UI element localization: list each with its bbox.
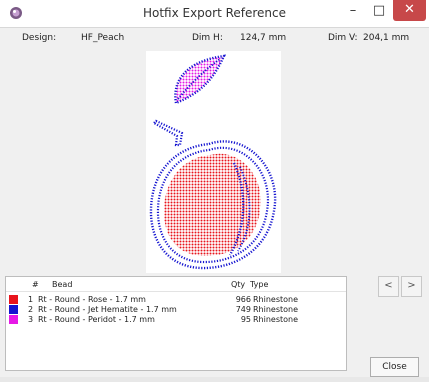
design-preview: [146, 51, 281, 273]
row-bead: Rt - Round - Peridot - 1.7 mm: [38, 315, 155, 324]
bead-list[interactable]: # Bead Qty Type 1 Rt - Round - Rose - 1.…: [5, 276, 347, 371]
table-row[interactable]: 2 Rt - Round - Jet Hematite - 1.7 mm 749…: [6, 305, 346, 315]
title-bar: Hotfix Export Reference – □ ✕: [0, 0, 429, 28]
color-swatch: [9, 295, 18, 304]
column-type[interactable]: Type: [250, 280, 268, 289]
next-button[interactable]: >: [401, 276, 422, 297]
design-label: Design:: [22, 33, 57, 43]
table-row[interactable]: 1 Rt - Round - Rose - 1.7 mm 966 Rhinest…: [6, 295, 346, 305]
minimize-button[interactable]: –: [340, 0, 366, 24]
row-qty: 95: [240, 315, 251, 324]
dim-v-label: Dim V:: [328, 33, 358, 43]
status-bar: [0, 377, 429, 382]
row-num: 2: [28, 305, 34, 314]
row-type: Rhinestone: [253, 315, 299, 324]
color-swatch: [9, 305, 18, 314]
color-swatch: [9, 315, 18, 324]
design-name: HF_Peach: [81, 33, 125, 43]
row-num: 3: [28, 315, 34, 324]
export-reference-window: Hotfix Export Reference – □ ✕ Design: HF…: [0, 0, 429, 382]
peach-design-image: [149, 54, 277, 270]
close-window-button[interactable]: ✕: [393, 0, 426, 21]
row-bead: Rt - Round - Rose - 1.7 mm: [38, 295, 146, 304]
maximize-button[interactable]: □: [366, 0, 392, 24]
dim-h-value: 124,7 mm: [240, 33, 287, 43]
column-num[interactable]: #: [32, 280, 39, 289]
dim-v-value: 204,1 mm: [363, 33, 410, 43]
row-bead: Rt - Round - Jet Hematite - 1.7 mm: [38, 305, 177, 314]
row-num: 1: [28, 295, 34, 304]
dim-h-label: Dim H:: [192, 33, 223, 43]
column-qty[interactable]: Qty: [231, 280, 245, 289]
previous-button[interactable]: <: [378, 276, 399, 297]
column-bead[interactable]: Bead: [52, 280, 72, 289]
bead-list-header: # Bead Qty Type: [6, 277, 346, 292]
row-type: Rhinestone: [253, 305, 299, 314]
row-qty: 966: [235, 295, 251, 304]
row-qty: 749: [235, 305, 251, 314]
close-button[interactable]: Close: [370, 357, 419, 377]
row-type: Rhinestone: [253, 295, 299, 304]
table-row[interactable]: 3 Rt - Round - Peridot - 1.7 mm 95 Rhine…: [6, 315, 346, 325]
